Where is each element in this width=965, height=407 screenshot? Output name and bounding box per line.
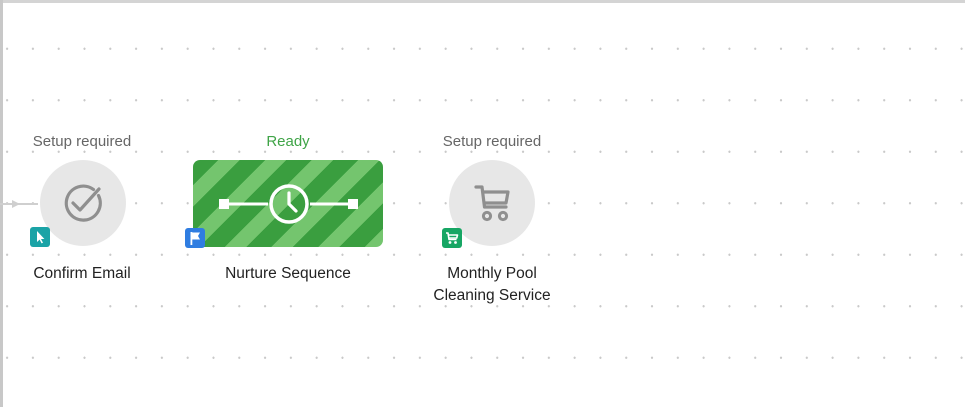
cart-badge bbox=[442, 228, 462, 248]
node-monthly-pool-cleaning-service[interactable]: Setup required Monthly Pool Cleaning Ser… bbox=[410, 130, 574, 310]
canvas-top-border bbox=[0, 0, 965, 3]
node-name: Nurture Sequence bbox=[225, 265, 351, 282]
sequence-box[interactable] bbox=[193, 160, 383, 247]
node-status-label: Ready bbox=[266, 133, 310, 150]
cursor-pointer-icon bbox=[37, 231, 45, 244]
node-name-line-2: Cleaning Service bbox=[433, 287, 551, 304]
shopping-cart-icon bbox=[446, 232, 459, 244]
flag-icon bbox=[190, 232, 200, 245]
check-circle-icon bbox=[64, 184, 102, 222]
clock-timeline-icon bbox=[219, 184, 358, 224]
node-name-line-1: Monthly Pool bbox=[447, 265, 537, 282]
node-name: Monthly Pool Cleaning Service bbox=[410, 263, 574, 307]
node-circle[interactable] bbox=[40, 160, 126, 246]
node-name: Confirm Email bbox=[33, 265, 131, 282]
cursor-badge bbox=[30, 227, 50, 247]
node-nurture-sequence[interactable]: Ready Nurture Sequence bbox=[185, 130, 386, 290]
node-confirm-email[interactable]: Setup required Confirm Email bbox=[14, 130, 150, 290]
node-status-label: Setup required bbox=[32, 133, 132, 150]
flag-badge bbox=[185, 228, 205, 248]
node-status-label: Setup required bbox=[442, 133, 542, 150]
